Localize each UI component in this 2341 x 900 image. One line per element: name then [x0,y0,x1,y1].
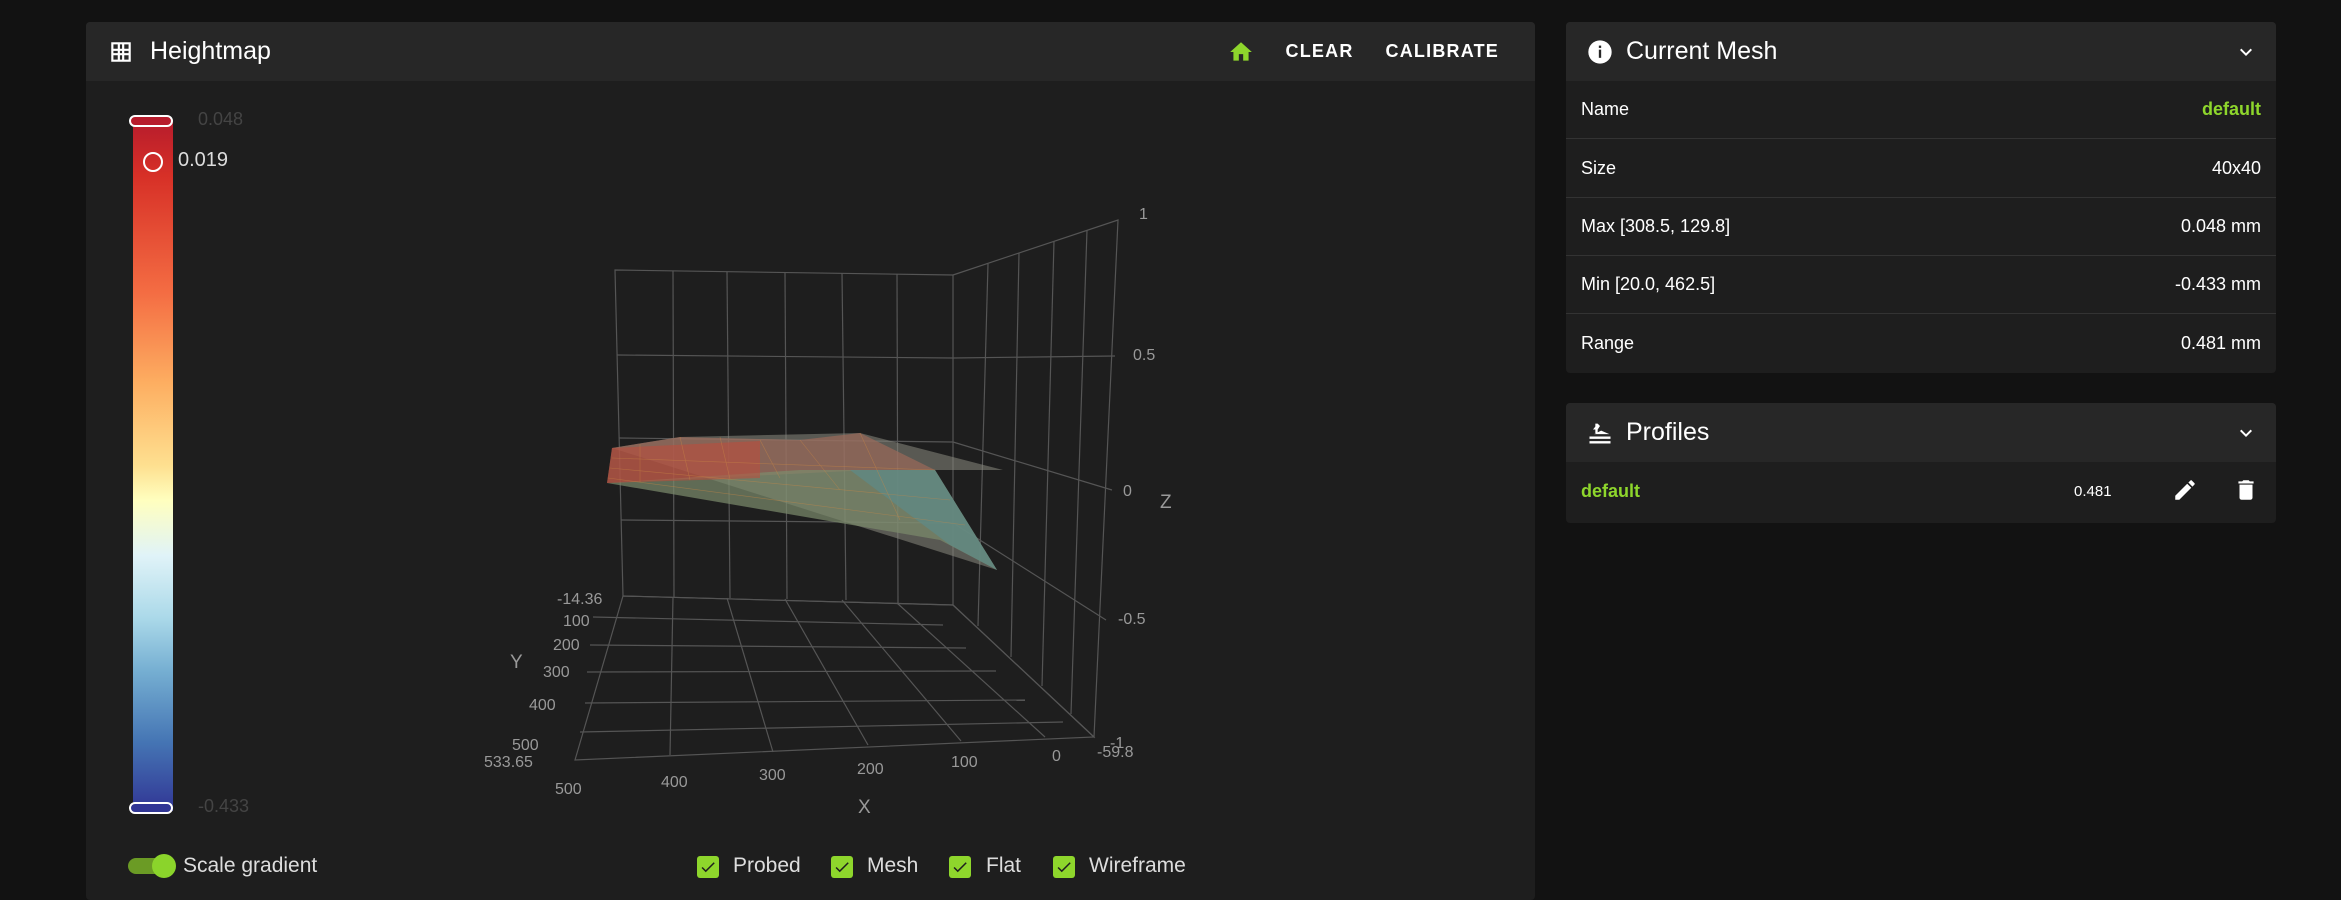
mesh-row-min: Min [20.0, 462.5] -0.433 mm [1566,256,2276,314]
x-tick: 500 [555,781,582,798]
chevron-down-icon[interactable] [2234,40,2258,64]
y-axis-label: Y [510,652,523,673]
y-tick: 300 [543,664,570,681]
mesh-row-value: 0.481 mm [2180,332,2261,353]
mesh-row-label: Name [1581,99,1630,119]
z-tick: 1 [1139,206,1148,223]
mesh-row-value: -0.433 mm [2174,274,2261,294]
x-tick: 200 [857,761,884,778]
chevron-down-icon[interactable] [2234,421,2258,445]
heightmap-3d-chart[interactable]: 1 0.5 0 -0.5 -1 Z -14.36 100 200 300 400… [0,0,1600,900]
x-tick: 0 [1052,748,1061,765]
trash-icon[interactable] [2233,477,2259,503]
x-axis-ticks: 500 400 300 200 100 0 -59.8 [555,744,1134,798]
x-tick: 300 [759,767,786,784]
mesh-row-name: Name default [1566,81,2276,139]
z-axis-ticks: 1 0.5 0 -0.5 -1 [1110,206,1155,752]
flat-label: Flat [986,854,1022,877]
y-tick: 500 [512,737,539,754]
profiles-title: Profiles [1626,418,1710,446]
y-tick: 533.65 [484,754,533,771]
scale-gradient-toggle[interactable] [128,854,176,878]
profile-range: 0.481 [2074,483,2112,500]
mesh-label: Mesh [867,854,919,877]
probed-checkbox[interactable] [697,856,719,878]
pencil-icon[interactable] [2172,477,2198,503]
mesh-surface [607,432,1003,570]
y-tick: -14.36 [557,591,602,608]
check-icon [835,862,849,873]
x-tick: 100 [951,754,978,771]
mesh-row-value: 0.048 mm [2180,216,2261,236]
x-tick: -59.8 [1097,744,1134,761]
z-axis-label: Z [1160,492,1172,513]
info-icon [1586,38,1614,66]
mesh-row-max: Max [308.5, 129.8] 0.048 mm [1566,198,2276,256]
y-tick: 100 [563,613,590,630]
flat-checkbox[interactable] [949,856,971,878]
scale-gradient-label: Scale gradient [183,854,318,877]
mesh-row-label: Size [1581,158,1617,178]
z-tick: -0.5 [1118,611,1146,628]
y-tick: 400 [529,697,556,714]
layers-icon [1586,419,1614,447]
profiles-header[interactable]: Profiles [1566,403,2276,462]
mesh-row-value: 40x40 [2211,158,2261,178]
mesh-row-value: default [2201,99,2261,119]
x-axis-label: X [858,797,871,818]
current-mesh-title: Current Mesh [1626,37,1778,65]
current-mesh-header[interactable]: Current Mesh [1566,22,2276,81]
check-icon [1057,862,1071,873]
probed-label: Probed [733,854,801,877]
profile-item[interactable]: default 0.481 [1566,462,2276,521]
y-axis-ticks: -14.36 100 200 300 400 500 533.65 [484,591,602,771]
y-tick: 200 [553,637,580,654]
z-tick: 0.5 [1133,347,1155,364]
wireframe-checkbox[interactable] [1053,856,1075,878]
mesh-row-label: Range [1581,332,1635,353]
wireframe-label: Wireframe [1089,854,1186,877]
check-icon [701,862,715,873]
x-tick: 400 [661,774,688,791]
profile-name[interactable]: default [1581,481,1640,502]
mesh-row-label: Max [308.5, 129.8] [1581,216,1731,236]
z-tick: 0 [1123,483,1132,500]
mesh-row-range: Range 0.481 mm [1566,314,2276,372]
mesh-checkbox[interactable] [831,856,853,878]
toggle-thumb [152,854,176,878]
mesh-row-label: Min [20.0, 462.5] [1581,274,1716,294]
profiles-card: Profiles default 0.481 [1566,403,2276,523]
check-icon [953,862,967,873]
mesh-row-size: Size 40x40 [1566,140,2276,198]
current-mesh-card: Current Mesh Name default Size 40x40 Max… [1566,22,2276,373]
